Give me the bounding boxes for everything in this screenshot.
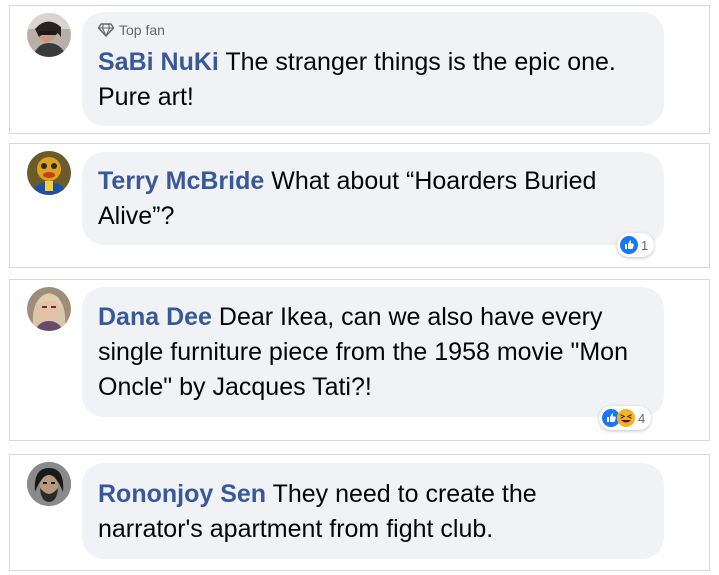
reaction-summary[interactable]: 4 bbox=[599, 406, 652, 430]
avatar-photo-icon bbox=[27, 151, 71, 195]
comment-bubble: Top fan SaBi NuKi The stranger things is… bbox=[82, 12, 664, 126]
comment-author[interactable]: Terry McBride bbox=[98, 167, 264, 195]
comment-author[interactable]: SaBi NuKi bbox=[98, 48, 219, 76]
avatar[interactable] bbox=[27, 13, 71, 57]
comment-card: Dana Dee Dear Ikea, can we also have eve… bbox=[9, 279, 710, 441]
reaction-count: 4 bbox=[638, 410, 646, 426]
comment-author[interactable]: Rononjoy Sen bbox=[98, 480, 266, 508]
comment-bubble: Dana Dee Dear Ikea, can we also have eve… bbox=[82, 287, 664, 417]
like-icon bbox=[620, 236, 638, 254]
top-fan-badge[interactable]: Top fan bbox=[98, 20, 648, 40]
comment-card: Top fan SaBi NuKi The stranger things is… bbox=[9, 5, 710, 134]
comment-author[interactable]: Dana Dee bbox=[98, 303, 212, 331]
reaction-count: 1 bbox=[641, 237, 649, 253]
avatar-photo-icon bbox=[27, 287, 71, 331]
avatar[interactable] bbox=[27, 151, 71, 195]
avatar[interactable] bbox=[27, 462, 71, 506]
avatar-photo-icon bbox=[27, 462, 71, 506]
comment-card: Terry McBride What about “Hoarders Burie… bbox=[9, 143, 710, 268]
haha-icon bbox=[617, 409, 635, 427]
reaction-summary[interactable]: 1 bbox=[617, 233, 655, 257]
badge-label: Top fan bbox=[119, 22, 165, 38]
comment-bubble: Rononjoy Sen They need to create the nar… bbox=[82, 463, 664, 559]
comment-card: Rononjoy Sen They need to create the nar… bbox=[9, 454, 710, 571]
avatar[interactable] bbox=[27, 287, 71, 331]
diamond-icon bbox=[98, 23, 114, 37]
avatar-photo-icon bbox=[27, 13, 71, 57]
comment-bubble: Terry McBride What about “Hoarders Burie… bbox=[82, 152, 664, 245]
